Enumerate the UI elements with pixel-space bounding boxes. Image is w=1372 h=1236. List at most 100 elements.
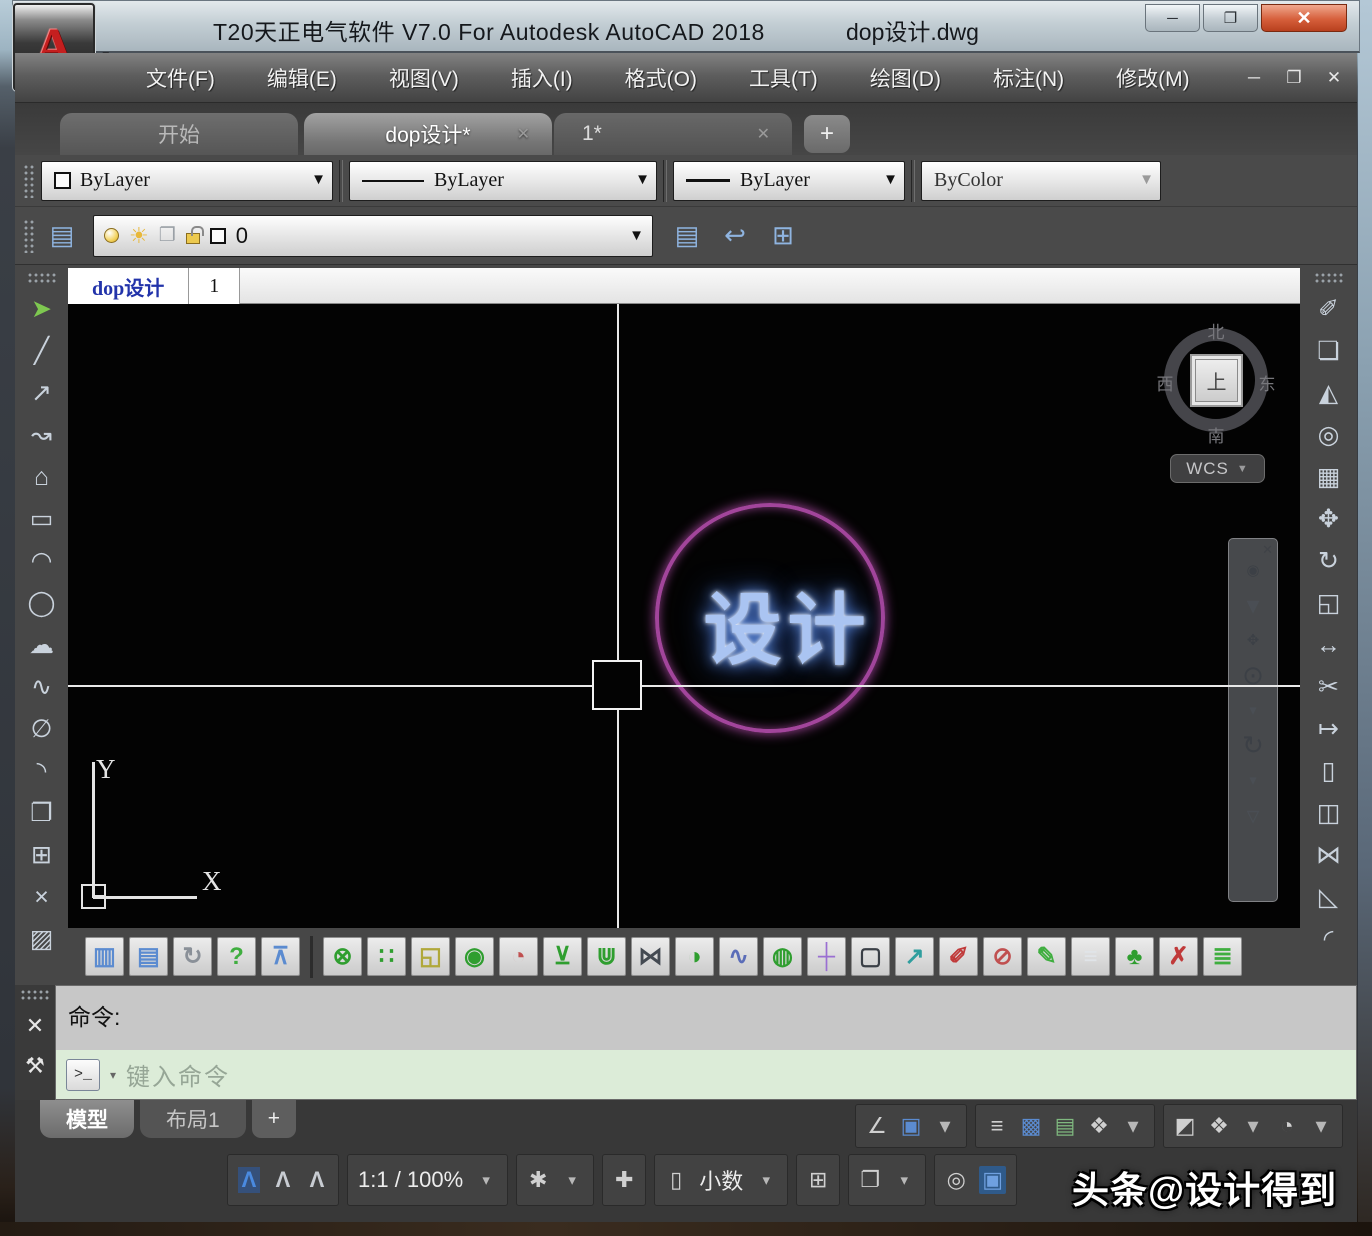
tz-cross-wire-icon[interactable]: ┼ [807,937,846,976]
line-tool[interactable]: ╱ [21,331,63,371]
layer-unlock-icon[interactable] [186,233,200,244]
polar-tracking-icon[interactable]: ∠ [866,1113,888,1139]
tz-layers-icon[interactable]: ≡ [1071,937,1110,976]
calculator-icon[interactable]: ⊞ [807,1167,829,1193]
tz-arc-wire-icon[interactable]: ◔ [499,937,538,976]
menu-view[interactable]: 视图(V) [363,55,485,101]
annotation-visibility-icon[interactable]: ◩ [1174,1113,1196,1139]
toolbar-grip[interactable] [1314,272,1344,285]
tz-swap-icon[interactable]: ◑ [675,937,714,976]
trim-tool[interactable]: ✂ [1308,667,1350,707]
command-history[interactable]: 命令: [56,986,1356,1050]
units-selector[interactable]: ▯ 小数 ▾ [654,1154,788,1206]
tz-device-icon[interactable]: ⊻ [543,937,582,976]
monitor-lock-icon[interactable]: ❐ [859,1167,881,1193]
tz-mode-icon[interactable]: Λ [238,1167,260,1193]
crosshair-plus-icon[interactable]: ✚ [613,1167,635,1193]
tz-node-icon[interactable]: ◉ [455,937,494,976]
tab-layout1[interactable]: 布局1 [140,1100,246,1138]
tz-brush-icon[interactable]: ✐ [939,937,978,976]
layer-states-icon[interactable]: ▤ [667,216,707,256]
hardware-accel-group[interactable]: ❐ ▾ [848,1154,926,1206]
doc-minimize-button[interactable]: ─ [1241,68,1267,88]
move-tool[interactable]: ✥ [1308,499,1350,539]
model-space[interactable]: 设计 Y X 北 南 西 东 上 WCS ▼ [68,304,1300,928]
isolate-objects-icon[interactable]: ◎ [945,1167,967,1193]
wrench-icon[interactable]: ⚒ [25,1046,45,1086]
plot-style-dropdown[interactable]: ByColor ▼ [921,161,1161,201]
viewcube-south[interactable]: 南 [1203,422,1229,447]
tz-list-icon[interactable]: ≣ [1203,937,1242,976]
autoscale-icon[interactable]: ❖ [1208,1113,1230,1139]
settings-gear-group[interactable]: ✱ ▾ [516,1154,594,1206]
break-tool[interactable]: ◫ [1308,793,1350,833]
array-tool[interactable]: ▦ [1308,457,1350,497]
tz-table-icon[interactable]: ♣ [1115,937,1154,976]
menu-format[interactable]: 格式(O) [599,55,723,101]
quick-calc-group[interactable]: ⊞ [796,1154,840,1206]
scale-selector[interactable]: 1:1 / 100% ▾ [347,1154,508,1206]
minimize-button[interactable]: ─ [1145,4,1200,32]
layer-thaw-sun-icon[interactable]: ☀ [129,223,149,249]
polyline-tool[interactable]: ↝ [21,415,63,455]
revcloud-tool[interactable]: ☁ [21,625,63,665]
navbar-close-icon[interactable]: ✕ [1262,542,1273,558]
menu-dimension[interactable]: 标注(N) [967,55,1090,101]
menu-file[interactable]: 文件(F) [120,55,241,101]
menu-insert[interactable]: 插入(I) [485,55,599,101]
tz-edit-icon[interactable]: ✎ [1027,937,1066,976]
command-close-icon[interactable]: ✕ [26,1006,44,1046]
toolbar-grip[interactable] [23,164,35,198]
dropdown-caret-icon[interactable]: ▾ [1310,1113,1332,1139]
copy-tool[interactable]: ❏ [1308,331,1350,371]
xray-icon[interactable]: ▩ [1020,1113,1042,1139]
object-color-dropdown[interactable]: ByLayer ▼ [41,161,333,201]
command-prompt-icon[interactable]: >_ [66,1059,100,1091]
doc-close-button[interactable]: ✕ [1321,68,1347,88]
layer-properties-icon[interactable]: ▤ [41,215,83,257]
annotation-icon[interactable]: ▤ [1054,1113,1076,1139]
gear-icon[interactable]: ✱ [527,1167,549,1193]
doc-tab-dop-design[interactable]: dop设计 [68,268,189,304]
dropdown-caret-icon[interactable]: ▾ [110,1068,116,1082]
drawn-text[interactable]: 设计 [680,568,895,680]
rotate-tool[interactable]: ↻ [1308,541,1350,581]
dropdown-caret-icon[interactable]: ▾ [934,1113,956,1139]
offset-tool[interactable]: ◎ [1308,415,1350,455]
command-input-row[interactable]: >_ ▾ 键入命令 [56,1050,1356,1099]
stretch-tool[interactable]: ↔ [1308,625,1350,665]
annotation-scale-icon[interactable]: ◔ [1276,1113,1298,1139]
chamfer-tool[interactable]: ◺ [1308,877,1350,917]
close-button[interactable]: ✕ [1261,4,1347,32]
zoom-icon[interactable]: ⊙ [1235,657,1271,693]
dropdown-caret-icon[interactable]: ▾ [1235,699,1271,721]
showmotion-icon[interactable]: ▿ [1235,797,1271,833]
select-tool[interactable]: ➤ [21,289,63,329]
drawing-canvas[interactable]: dop设计 1 设计 Y X 北 南 西 东 上 [68,268,1300,928]
tab-drawing1[interactable]: 1* ✕ [554,113,792,155]
dropdown-caret-icon[interactable]: ▾ [1122,1113,1144,1139]
arc-tool[interactable]: ◠ [21,541,63,581]
tz-pin-icon[interactable]: ◍ [763,937,802,976]
rectangle-tool[interactable]: ▭ [21,499,63,539]
tz-devices-icon[interactable]: ⋓ [587,937,626,976]
tz-cut-icon[interactable]: ✗ [1159,937,1198,976]
tab-start[interactable]: 开始 [60,113,298,155]
mirror-tool[interactable]: ◭ [1308,373,1350,413]
scale-tool[interactable]: ◱ [1308,583,1350,623]
construction-line-tool[interactable]: ↗ [21,373,63,413]
hatch-tool[interactable]: ▨ [21,919,63,959]
linetype-dropdown[interactable]: ByLayer ▼ [349,161,657,201]
new-layout-button[interactable]: + [252,1100,296,1138]
fillet-tool[interactable]: ◜ [1308,919,1350,959]
dropdown-caret-icon[interactable]: ▾ [1235,587,1271,623]
tz-snap-icon[interactable]: Λ [272,1167,294,1193]
lineweight-icon[interactable]: ≡ [986,1113,1008,1139]
tab-close-icon[interactable]: ✕ [757,124,770,144]
tz-layout-icon[interactable]: ◱ [411,937,450,976]
toolbar-grip[interactable] [27,272,57,285]
layer-previous-icon[interactable]: ↩ [715,216,755,256]
polygon-tool[interactable]: ⌂ [21,457,63,497]
toolbar-grip[interactable] [20,989,50,1002]
tz-align-icon[interactable]: ⋈ [631,937,670,976]
